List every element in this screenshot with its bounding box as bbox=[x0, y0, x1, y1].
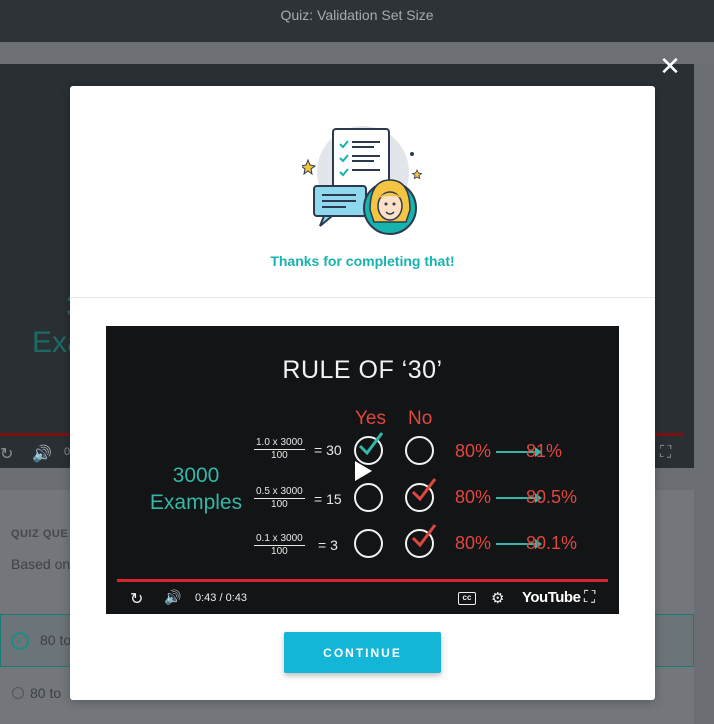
fullscreen-icon: ⛶ bbox=[660, 444, 672, 461]
play-icon[interactable] bbox=[355, 461, 372, 481]
modal-header: Thanks for completing that! bbox=[70, 86, 655, 298]
cc-icon[interactable]: cc bbox=[458, 592, 476, 605]
youtube-video-player[interactable]: RULE OF ‘30’ Yes No 3000 Examples 1.0 x … bbox=[106, 326, 619, 614]
settings-hd-icon[interactable]: ⚙ bbox=[491, 589, 504, 607]
thanks-message: Thanks for completing that! bbox=[270, 253, 455, 269]
row-3-fraction: 0.1 x 3000 100 bbox=[254, 533, 305, 557]
background-strip bbox=[0, 42, 714, 64]
quiz-question-label: QUIZ QUE bbox=[11, 528, 69, 540]
replay-icon: ↻ bbox=[0, 446, 14, 463]
quiz-option-1-label: 80 to bbox=[40, 632, 72, 648]
quiz-question-text: Based on bbox=[11, 556, 71, 572]
page-title: Quiz: Validation Set Size bbox=[280, 7, 434, 23]
row-1-yes-check-icon bbox=[358, 432, 384, 456]
column-yes-header: Yes bbox=[355, 408, 386, 429]
row-1-from: 80% bbox=[455, 441, 492, 461]
row-1-no-circle bbox=[405, 436, 434, 465]
row-3-from: 80% bbox=[455, 533, 492, 553]
row-1-result: = 30 bbox=[314, 442, 342, 458]
row-1-fraction: 1.0 x 3000 100 bbox=[254, 437, 305, 461]
row-2-yes-circle bbox=[354, 483, 383, 512]
check-circle-icon: ✓ bbox=[11, 632, 29, 650]
fullscreen-icon[interactable]: ⛶ bbox=[584, 589, 595, 607]
row-2-fraction: 0.5 x 3000 100 bbox=[254, 486, 305, 510]
top-bar: Quiz: Validation Set Size bbox=[0, 0, 714, 42]
volume-icon[interactable]: 🔊 bbox=[164, 589, 181, 606]
completion-modal: Thanks for completing that! RULE OF ‘30’… bbox=[70, 86, 655, 700]
row-2-from: 80% bbox=[455, 487, 492, 507]
youtube-logo[interactable]: YouTube bbox=[522, 589, 581, 606]
volume-icon: 🔊 bbox=[32, 446, 52, 463]
column-no-header: No bbox=[408, 408, 433, 429]
row-3-yes-circle bbox=[354, 529, 383, 558]
quiz-option-2-label: 80 to bbox=[30, 685, 62, 701]
video-progress-bar[interactable] bbox=[117, 579, 608, 582]
examples-label: 3000 Examples bbox=[149, 464, 243, 514]
quiz-option-2-radio bbox=[12, 687, 24, 699]
row-2-no-check-icon bbox=[411, 478, 437, 502]
row-3-no-check-icon bbox=[411, 524, 437, 548]
slide-title: RULE OF ‘30’ bbox=[282, 356, 443, 384]
close-icon[interactable]: ✕ bbox=[658, 53, 682, 79]
replay-icon[interactable]: ↻ bbox=[130, 589, 143, 609]
quiz-complete-illustration bbox=[302, 126, 423, 235]
row-2-result: = 15 bbox=[314, 491, 342, 507]
row-2-to: 80.5% bbox=[526, 487, 578, 507]
row-3-to: 80.1% bbox=[526, 533, 578, 553]
continue-button[interactable]: CONTINUE bbox=[284, 632, 441, 673]
row-3-result: = 3 bbox=[318, 537, 338, 553]
video-time: 0:43 / 0:43 bbox=[195, 592, 247, 604]
row-1-to: 81% bbox=[526, 441, 563, 461]
